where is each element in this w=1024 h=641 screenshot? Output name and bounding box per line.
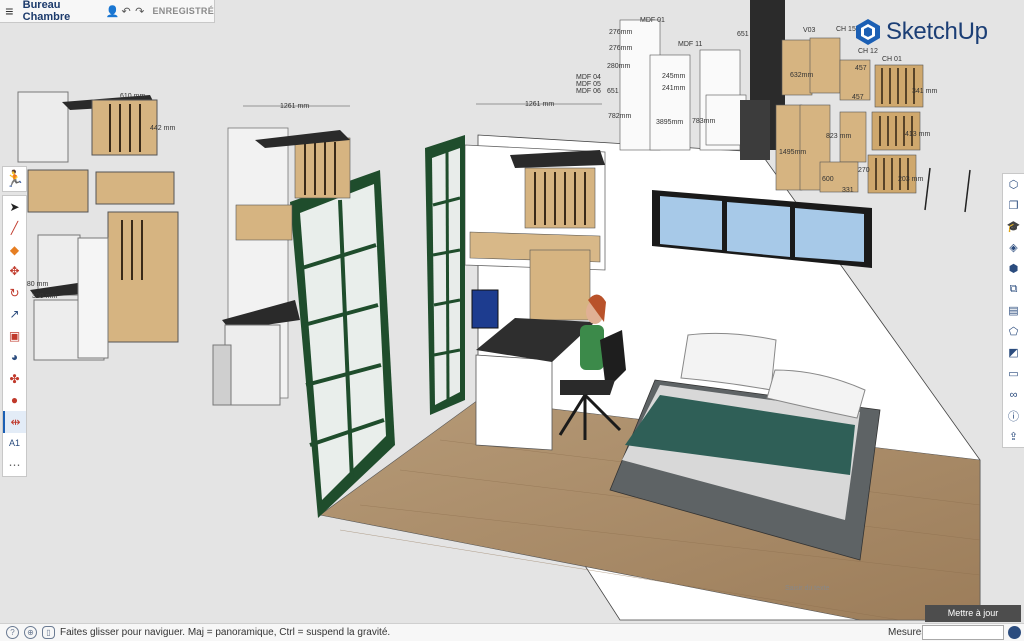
dim-label: 651: [737, 31, 749, 38]
cut-label: 783mm: [692, 118, 716, 125]
instructor-icon[interactable]: 🎓: [1003, 216, 1024, 237]
cut-label: 457: [855, 65, 867, 72]
dim-label: 442 mm: [150, 125, 175, 132]
cut-label: 276mm: [609, 29, 633, 36]
entity-info-icon[interactable]: ⬡: [1003, 174, 1024, 195]
cut-label: MDF 04: [576, 74, 601, 81]
cut-label: CH 01: [882, 56, 902, 63]
model-title[interactable]: Bureau Chambre: [23, 0, 98, 23]
cut-label: 1495mm: [779, 149, 806, 156]
sketchup-icon[interactable]: [1008, 626, 1021, 639]
dim-label: 1261 mm: [525, 101, 554, 108]
dim-label: 1261 mm: [280, 103, 309, 110]
wood-panel: [294, 137, 351, 199]
components-icon[interactable]: ❐: [1003, 195, 1024, 216]
cut-label: 245mm: [662, 73, 686, 80]
redo-icon[interactable]: ↷: [133, 5, 147, 18]
desk: [475, 354, 553, 451]
cut-label: 600: [822, 176, 834, 183]
mouse-icon[interactable]: ▯: [42, 626, 55, 639]
paint-bucket-icon[interactable]: ◕: [3, 347, 26, 369]
display-icon[interactable]: ∞: [1003, 384, 1024, 405]
save-status: ENREGISTRÉ: [152, 6, 214, 16]
cut-label: 270: [858, 167, 870, 174]
cut-label: 280mm: [607, 63, 631, 70]
cut-label: 651: [607, 88, 619, 95]
line-icon[interactable]: ╱: [3, 218, 26, 240]
measurements-label: Mesures: [888, 627, 927, 638]
tape-measure-icon[interactable]: ↗: [3, 304, 26, 326]
hamburger-icon[interactable]: ≡: [0, 3, 19, 19]
viewport-3d[interactable]: 1261 mm 1261 mm 610 mm 442 mm 651 280 mm…: [0, 0, 1024, 640]
brand-name: SketchUp: [886, 18, 988, 45]
materials-icon[interactable]: ◈: [1003, 237, 1024, 258]
left-toolbar: 🏃 ➤ ╱ ◆ ✥ ↻ ↗ ▣ ◕ ✤ ● ⇹ A1 ⋯: [2, 166, 27, 477]
cut-label: MDF 05: [576, 81, 601, 88]
sketchup-logo: SketchUp: [855, 18, 988, 46]
globe-icon[interactable]: ⊕: [24, 626, 37, 639]
orbit-icon[interactable]: ✤: [3, 368, 26, 390]
cut-label: 241mm: [662, 85, 686, 92]
cut-label: 3895mm: [656, 119, 683, 126]
update-button[interactable]: Mettre à jour: [925, 605, 1021, 622]
tool-group: ➤ ╱ ◆ ✥ ↻ ↗ ▣ ◕ ✤ ● ⇹ A1 ⋯: [2, 195, 27, 477]
right-toolbar: ⬡ ❐ 🎓 ◈ ⬢ ⧉ ▤ ⬠ ◩ ▭ ∞ ⓘ ⇪: [1002, 173, 1024, 448]
scenes-icon[interactable]: ▭: [1003, 363, 1024, 384]
outliner-icon[interactable]: ▤: [1003, 300, 1024, 321]
solid-tools-icon[interactable]: ⬠: [1003, 321, 1024, 342]
measurements-input[interactable]: [922, 625, 1004, 640]
cut-label: MDF 06: [576, 88, 601, 95]
select-icon[interactable]: ➤: [3, 196, 26, 218]
cut-label: 457: [852, 94, 864, 101]
dim-label: 300 mm: [32, 293, 57, 300]
user-icon[interactable]: 👤: [106, 5, 120, 18]
info-icon[interactable]: ⓘ: [1003, 405, 1024, 426]
top-bar: ≡ Bureau Chambre 👤 ↶ ↷ ENREGISTRÉ: [0, 0, 215, 23]
zoom-icon[interactable]: ●: [3, 390, 26, 412]
text-entry-hint: Saisir du texte: [785, 585, 830, 592]
cut-label: 632mm: [790, 72, 814, 79]
dim-label: 610 mm: [120, 93, 145, 100]
cut-label: 276mm: [609, 45, 633, 52]
cut-label: MDF 01: [640, 17, 665, 24]
move-icon[interactable]: ✥: [3, 261, 26, 283]
push-pull-icon[interactable]: ▣: [3, 325, 26, 347]
cut-label: CH 15: [836, 26, 856, 33]
cut-label: 823 mm: [826, 133, 851, 140]
section-plane-icon[interactable]: ⇹: [3, 411, 26, 433]
cut-label: 331: [842, 187, 854, 194]
cut-label: 341 mm: [912, 88, 937, 95]
export-icon[interactable]: ⇪: [1003, 426, 1024, 447]
cut-label: 782mm: [608, 113, 632, 120]
undo-icon[interactable]: ↶: [119, 5, 133, 18]
cut-label: 203 mm: [898, 176, 923, 183]
cut-label: CH 12: [858, 48, 878, 55]
sketchup-logo-icon: [856, 19, 880, 45]
styles-icon[interactable]: ⬢: [1003, 258, 1024, 279]
status-bar: ? ⊕ ▯ Faites glisser pour naviguer. Maj …: [0, 623, 1024, 641]
status-hint: Faites glisser pour naviguer. Maj = pano…: [60, 627, 391, 638]
tags-icon[interactable]: ⧉: [1003, 279, 1024, 300]
cut-label: 413 mm: [905, 131, 930, 138]
more-icon[interactable]: ⋯: [3, 454, 26, 476]
text-icon[interactable]: A1: [3, 433, 26, 455]
monitor: [471, 289, 499, 329]
rotate-icon[interactable]: ↻: [3, 282, 26, 304]
help-icon[interactable]: ?: [6, 626, 19, 639]
shadows-icon[interactable]: ◩: [1003, 342, 1024, 363]
eraser-icon[interactable]: ◆: [3, 239, 26, 261]
person-walk-icon[interactable]: 🏃: [2, 166, 27, 192]
cut-label: MDF 11: [678, 41, 702, 48]
cut-label: V03: [803, 27, 816, 34]
